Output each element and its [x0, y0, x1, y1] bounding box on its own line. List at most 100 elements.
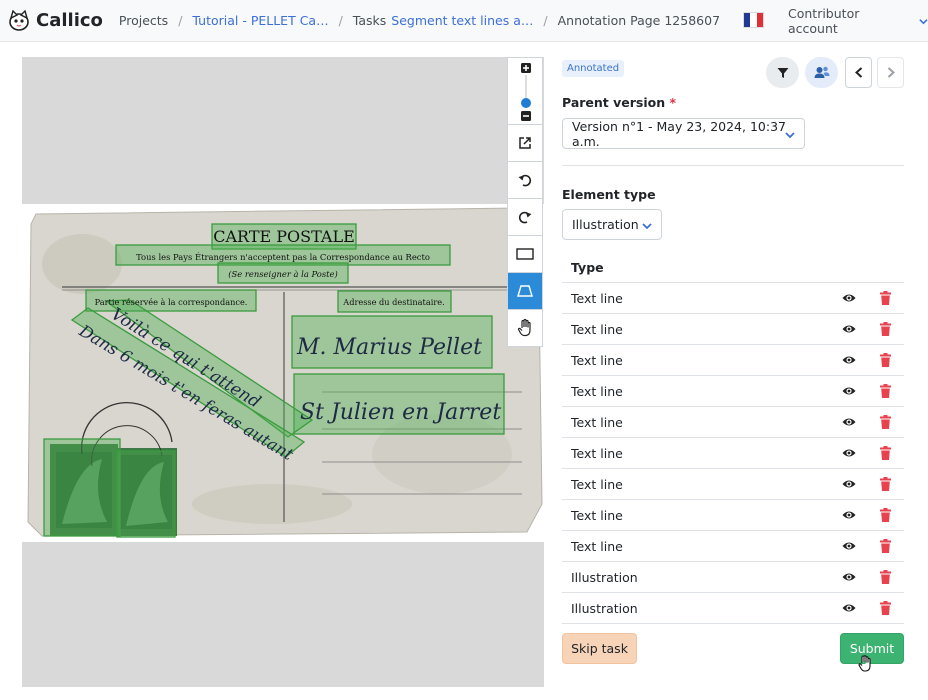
- element-row[interactable]: Illustration: [562, 562, 904, 593]
- postcard-line1: Tous les Pays Étrangers n'acceptent pas …: [136, 251, 430, 262]
- chevron-down-icon: [919, 18, 928, 24]
- brand[interactable]: Callico: [0, 0, 103, 42]
- trash-icon[interactable]: [880, 415, 891, 429]
- rectangle-tool-button[interactable]: [507, 236, 543, 273]
- previous-button[interactable]: [845, 57, 872, 88]
- filter-button[interactable]: [766, 57, 799, 88]
- status-badge: Annotated: [562, 60, 625, 77]
- element-type: Text line: [571, 414, 623, 430]
- eye-icon[interactable]: [842, 447, 856, 459]
- trash-icon[interactable]: [880, 477, 891, 491]
- account-menu[interactable]: Contributor account: [788, 0, 928, 42]
- postcard-svg: CARTE POSTALE Tous les Pays Étrangers n'…: [27, 207, 543, 538]
- element-type: Text line: [571, 538, 623, 554]
- rotate-right-button[interactable]: [507, 199, 543, 236]
- element-row[interactable]: Text line: [562, 531, 904, 562]
- external-link-button[interactable]: [507, 125, 543, 162]
- external-link-icon: [519, 137, 531, 149]
- trash-icon[interactable]: [880, 291, 891, 305]
- elements-table-header: Type: [562, 252, 904, 283]
- trash-icon[interactable]: [880, 601, 891, 615]
- parent-version-select[interactable]: Version n°1 - May 23, 2024, 10:37 a.m.: [562, 118, 805, 149]
- address-line-1: M. Marius Pellet: [296, 335, 482, 360]
- parent-version-value: Version n°1 - May 23, 2024, 10:37 a.m.: [572, 118, 786, 149]
- users-button[interactable]: [805, 57, 838, 88]
- rotate-left-icon: [518, 174, 532, 187]
- postcard-line2: (Se renseigner à la Poste): [228, 269, 338, 279]
- eye-icon[interactable]: [842, 416, 856, 428]
- trash-icon[interactable]: [880, 539, 891, 553]
- element-row[interactable]: Text line: [562, 314, 904, 345]
- image-viewer[interactable]: CARTE POSTALE Tous les Pays Étrangers n'…: [22, 57, 544, 687]
- eye-icon[interactable]: [842, 540, 856, 552]
- rotate-left-button[interactable]: [507, 162, 543, 199]
- breadcrumb-separator: /: [338, 13, 343, 28]
- element-row[interactable]: Text line: [562, 283, 904, 314]
- eye-icon[interactable]: [842, 478, 856, 490]
- postcard-image: CARTE POSTALE Tous les Pays Étrangers n'…: [22, 204, 544, 542]
- breadcrumb-projects[interactable]: Projects: [119, 13, 168, 28]
- eye-icon[interactable]: [842, 571, 856, 583]
- fr-flag-icon[interactable]: [743, 12, 764, 28]
- parent-version-label: Parent version *: [562, 95, 676, 110]
- eye-icon[interactable]: [842, 354, 856, 366]
- element-row[interactable]: Illustration: [562, 593, 904, 624]
- annotation-region: [116, 450, 176, 538]
- zoom-out-icon[interactable]: [521, 111, 531, 121]
- eye-icon[interactable]: [842, 509, 856, 521]
- element-row[interactable]: Text line: [562, 376, 904, 407]
- top-navbar: Callico Projects / Tutorial - PELLET Ca……: [0, 0, 928, 42]
- eye-icon[interactable]: [842, 602, 856, 614]
- eye-icon[interactable]: [842, 385, 856, 397]
- brand-name: Callico: [36, 10, 103, 31]
- element-row[interactable]: Text line: [562, 407, 904, 438]
- rotate-right-icon: [518, 211, 532, 224]
- polygon-icon: [517, 285, 533, 297]
- eye-icon[interactable]: [842, 292, 856, 304]
- element-type: Text line: [571, 290, 623, 306]
- element-row[interactable]: Text line: [562, 469, 904, 500]
- skip-task-button[interactable]: Skip task: [562, 633, 637, 664]
- element-type: Text line: [571, 507, 623, 523]
- element-type: Text line: [571, 321, 623, 337]
- filter-icon: [777, 67, 788, 78]
- element-type: Text line: [571, 352, 623, 368]
- callico-logo-icon: [9, 9, 29, 31]
- breadcrumb-tasks[interactable]: Tasks: [353, 13, 387, 28]
- chevron-left-icon: [854, 67, 862, 78]
- element-type: Illustration: [571, 600, 638, 616]
- account-label: Contributor account: [788, 6, 860, 36]
- element-row[interactable]: Text line: [562, 345, 904, 376]
- breadcrumb-project[interactable]: Tutorial - PELLET Ca…: [192, 13, 328, 28]
- rectangle-icon: [516, 248, 534, 260]
- breadcrumb-process[interactable]: Segment text lines a…: [391, 13, 533, 28]
- element-type-value: Illustration: [572, 217, 639, 232]
- element-type-select[interactable]: Illustration: [562, 209, 662, 240]
- chevron-down-icon: [642, 223, 652, 230]
- zoom-in-icon[interactable]: [521, 63, 531, 73]
- element-type-label: Element type: [562, 187, 656, 202]
- trash-icon[interactable]: [880, 384, 891, 398]
- postcard-title: CARTE POSTALE: [213, 227, 355, 246]
- breadcrumb-separator: /: [543, 13, 548, 28]
- zoom-control: [507, 57, 543, 125]
- trash-icon[interactable]: [880, 353, 891, 367]
- postcard-right-header: Adresse du destinataire.: [342, 297, 444, 307]
- element-row[interactable]: Text line: [562, 500, 904, 531]
- zoom-slider-thumb[interactable]: [521, 98, 531, 108]
- pan-tool-button[interactable]: [507, 310, 543, 347]
- eye-icon[interactable]: [842, 323, 856, 335]
- hand-icon: [517, 319, 531, 337]
- next-button[interactable]: [877, 57, 904, 88]
- chevron-right-icon: [887, 67, 895, 78]
- trash-icon[interactable]: [880, 570, 891, 584]
- submit-button[interactable]: Submit: [840, 633, 904, 664]
- element-row[interactable]: Text line: [562, 438, 904, 469]
- polygon-tool-button[interactable]: [507, 273, 543, 310]
- trash-icon[interactable]: [880, 508, 891, 522]
- address-line-2: St Julien en Jarret: [300, 400, 501, 425]
- element-type: Text line: [571, 476, 623, 492]
- parent-version-label-text: Parent version: [562, 95, 666, 110]
- trash-icon[interactable]: [880, 446, 891, 460]
- trash-icon[interactable]: [880, 322, 891, 336]
